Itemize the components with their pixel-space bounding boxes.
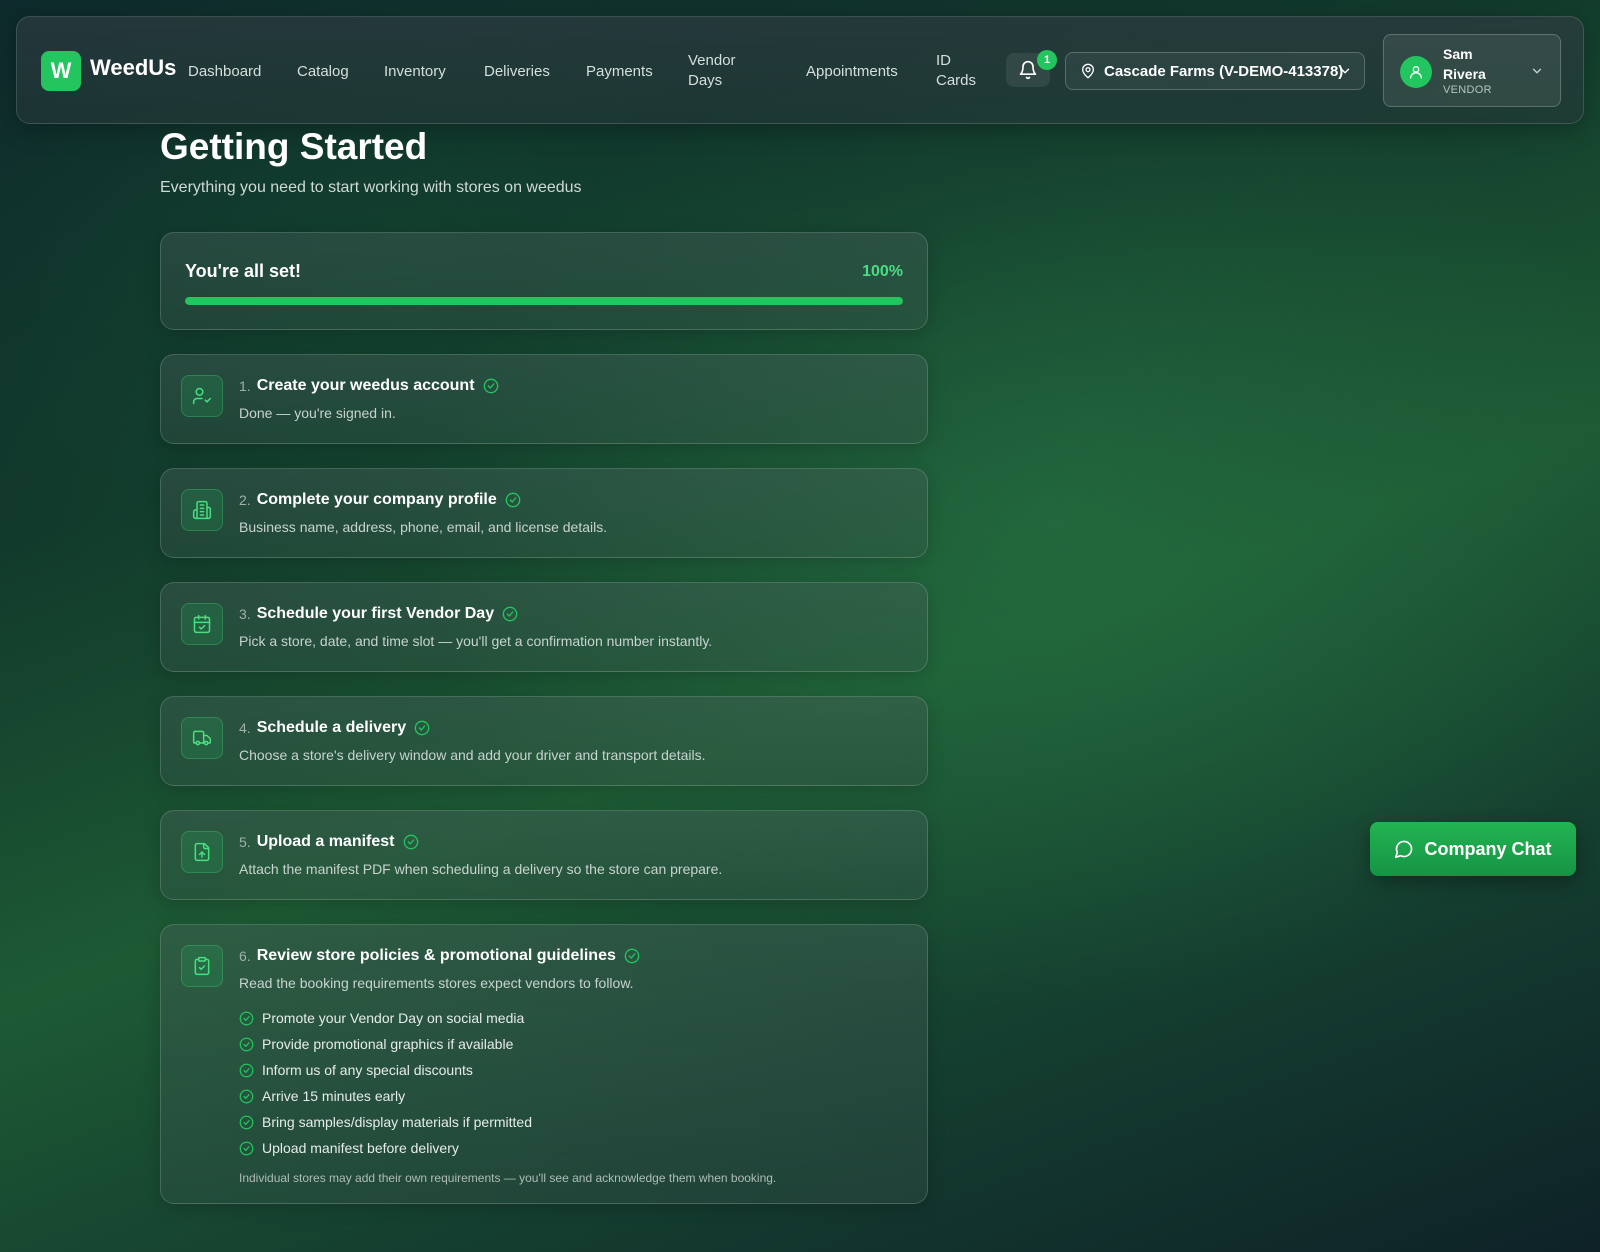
- step-number: 2.: [239, 492, 251, 508]
- step-title: Upload a manifest: [256, 833, 395, 850]
- top-navbar: W WeedUs Dashboard Catalog Inventory Del…: [16, 16, 1584, 124]
- requirement-text: Provide promotional graphics if availabl…: [262, 1036, 514, 1052]
- requirement-text: Upload manifest before delivery: [262, 1140, 459, 1156]
- nav-deliveries[interactable]: Deliveries: [484, 62, 550, 82]
- check-circle-icon: [239, 1115, 254, 1129]
- list-item: Inform us of any special discounts: [239, 1057, 532, 1083]
- location-selector[interactable]: Cascade Farms (V-DEMO-413378): [1065, 52, 1365, 90]
- step-description: Business name, address, phone, email, an…: [239, 519, 608, 535]
- bell-icon: [1019, 60, 1037, 80]
- step-title: Review store policies & promotional guid…: [256, 947, 616, 964]
- requirements-note: Individual stores may add their own requ…: [239, 1171, 777, 1185]
- nav-inventory[interactable]: Inventory: [384, 62, 446, 82]
- user-icon: [1410, 66, 1422, 79]
- check-circle-icon: [239, 1141, 254, 1155]
- step-icon-container: [181, 603, 223, 645]
- file-upload-icon: [194, 842, 210, 862]
- step-number: 3.: [239, 606, 251, 622]
- nav-dashboard[interactable]: Dashboard: [188, 62, 261, 82]
- nav-id-cards[interactable]: ID Cards: [936, 51, 980, 91]
- building-icon: [192, 500, 212, 520]
- app-name[interactable]: WeedUs: [90, 55, 176, 81]
- progress-card: You're all set! 100%: [160, 232, 928, 330]
- step-card: 2. Complete your company profile Busines…: [160, 468, 928, 558]
- step-title: Create your weedus account: [256, 377, 475, 394]
- step-card: 4. Schedule a delivery Choose a store's …: [160, 696, 928, 786]
- step-description: Choose a store's delivery window and add…: [239, 747, 706, 763]
- step-card: 6. Review store policies & promotional g…: [160, 924, 928, 1204]
- progress-percentage: 100%: [862, 263, 903, 280]
- user-name: Sam Rivera: [1443, 46, 1486, 82]
- check-circle-icon: [502, 606, 518, 622]
- check-circle-icon: [239, 1011, 254, 1025]
- step-description: Pick a store, date, and time slot — you'…: [239, 633, 713, 649]
- check-circle-icon: [414, 720, 430, 736]
- step-card: 1. Create your weedus account Done — you…: [160, 354, 928, 444]
- company-chat-label: Company Chat: [1424, 838, 1552, 859]
- progress-bar: [185, 297, 903, 305]
- nav-vendor-days[interactable]: Vendor Days: [688, 51, 758, 91]
- chevron-down-icon: [1340, 68, 1350, 74]
- user-role: VENDOR: [1443, 84, 1492, 96]
- chevron-down-icon: [1532, 68, 1542, 74]
- check-circle-icon: [403, 834, 418, 850]
- check-circle-icon: [483, 378, 498, 394]
- step-icon-container: [181, 375, 223, 417]
- requirement-text: Bring samples/display materials if permi…: [262, 1114, 532, 1130]
- step-icon-container: [181, 717, 223, 759]
- step-title: Schedule a delivery: [256, 719, 407, 736]
- step-number: 1.: [239, 378, 251, 394]
- step-number: 5.: [239, 834, 251, 850]
- avatar: [1400, 56, 1432, 88]
- user-check-icon: [192, 387, 212, 405]
- clipboard-check-icon: [194, 956, 210, 976]
- list-item: Arrive 15 minutes early: [239, 1083, 532, 1109]
- nav-appointments[interactable]: Appointments: [806, 62, 898, 82]
- list-item: Promote your Vendor Day on social media: [239, 1005, 532, 1031]
- calendar-check-icon: [193, 614, 211, 634]
- page-title: Getting Started: [160, 126, 428, 167]
- list-item: Provide promotional graphics if availabl…: [239, 1031, 532, 1057]
- step-number: 4.: [239, 720, 251, 736]
- step-description: Read the booking requirements stores exp…: [239, 975, 634, 991]
- step-description: Attach the manifest PDF when scheduling …: [239, 861, 723, 877]
- truck-icon: [192, 730, 212, 746]
- requirements-list: Promote your Vendor Day on social media …: [239, 1005, 532, 1161]
- location-label: Cascade Farms (V-DEMO-413378): [1104, 62, 1344, 80]
- step-title: Complete your company profile: [256, 491, 497, 508]
- requirement-text: Inform us of any special discounts: [262, 1062, 473, 1078]
- step-number: 6.: [239, 948, 251, 964]
- check-circle-icon: [239, 1063, 254, 1077]
- map-pin-icon: [1082, 63, 1094, 79]
- step-description: Done — you're signed in.: [239, 405, 396, 421]
- step-icon-container: [181, 489, 223, 531]
- list-item: Bring samples/display materials if permi…: [239, 1109, 532, 1135]
- logo-badge[interactable]: W: [41, 51, 81, 91]
- company-chat-button[interactable]: Company Chat: [1370, 822, 1576, 876]
- step-card: 5. Upload a manifest Attach the manifest…: [160, 810, 928, 900]
- step-card: 3. Schedule your first Vendor Day Pick a…: [160, 582, 928, 672]
- requirement-text: Promote your Vendor Day on social media: [262, 1010, 525, 1026]
- nav-payments[interactable]: Payments: [586, 62, 653, 82]
- notification-count-badge: 1: [1037, 50, 1057, 70]
- step-icon-container: [181, 945, 223, 987]
- nav-catalog[interactable]: Catalog: [297, 62, 349, 82]
- check-circle-icon: [624, 948, 640, 964]
- check-circle-icon: [505, 492, 521, 508]
- check-circle-icon: [239, 1089, 254, 1103]
- user-menu-button[interactable]: Sam Rivera VENDOR: [1383, 34, 1561, 107]
- progress-title: You're all set!: [185, 261, 301, 281]
- check-circle-icon: [239, 1037, 254, 1051]
- step-title: Schedule your first Vendor Day: [256, 605, 495, 622]
- requirement-text: Arrive 15 minutes early: [262, 1088, 406, 1104]
- chat-bubble-icon: [1395, 840, 1413, 859]
- page-subtitle: Everything you need to start working wit…: [160, 179, 582, 196]
- list-item: Upload manifest before delivery: [239, 1135, 532, 1161]
- step-icon-container: [181, 831, 223, 873]
- progress-bar-fill: [185, 297, 903, 305]
